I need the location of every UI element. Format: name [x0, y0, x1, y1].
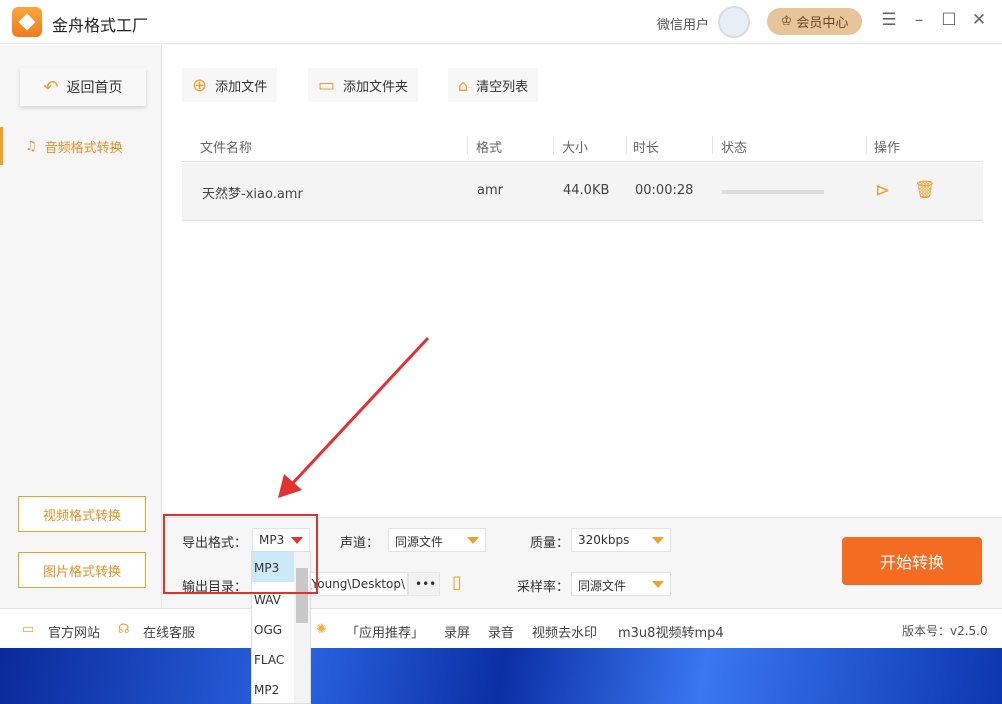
- annotation-arrow: [278, 336, 430, 498]
